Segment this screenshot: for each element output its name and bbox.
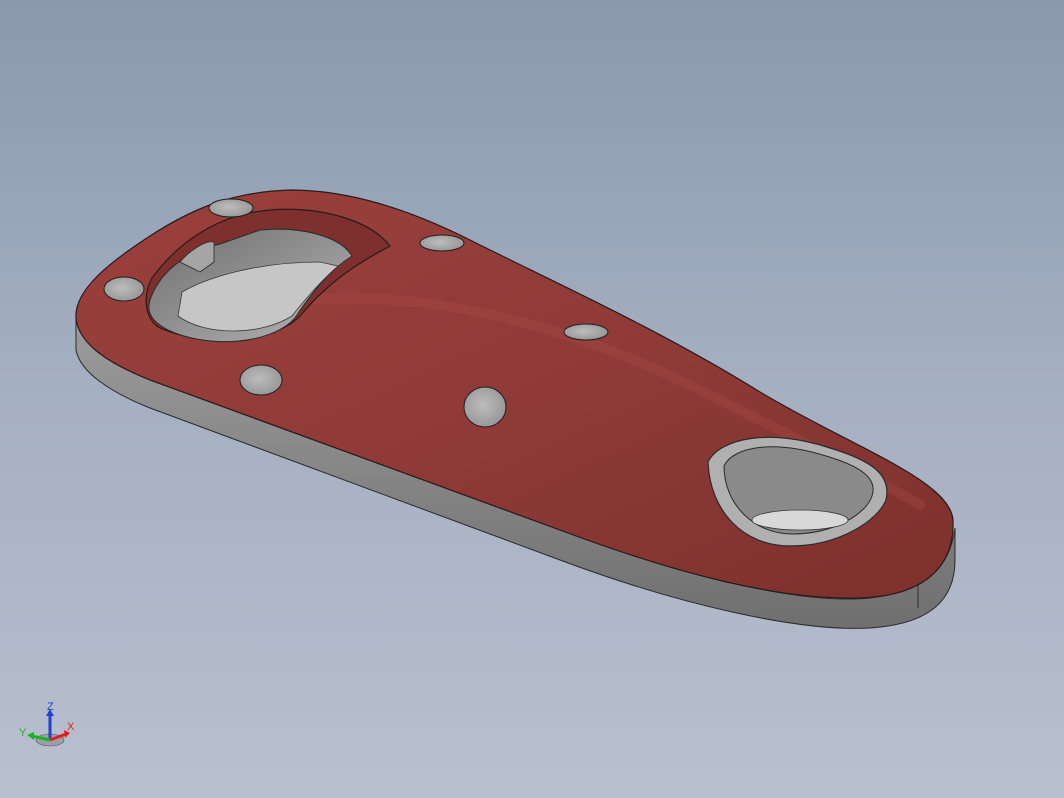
y-arrow-icon — [27, 732, 34, 740]
bolt-hole-6 — [463, 386, 507, 428]
bolt-hole-2 — [419, 234, 465, 252]
graphics-viewport[interactable]: Z X Y — [0, 0, 1064, 798]
bolt-hole-4 — [563, 323, 609, 341]
orientation-triad[interactable]: Z X Y — [14, 700, 80, 756]
opener-hole-floor — [751, 509, 849, 531]
bolt-hole-3 — [103, 276, 145, 302]
y-axis-label: Y — [19, 727, 27, 739]
cad-model[interactable] — [0, 0, 1064, 798]
bolt-hole-1 — [208, 198, 254, 218]
x-axis-label: X — [67, 721, 75, 733]
z-axis-label: Z — [47, 701, 54, 713]
bolt-hole-5 — [239, 364, 283, 396]
